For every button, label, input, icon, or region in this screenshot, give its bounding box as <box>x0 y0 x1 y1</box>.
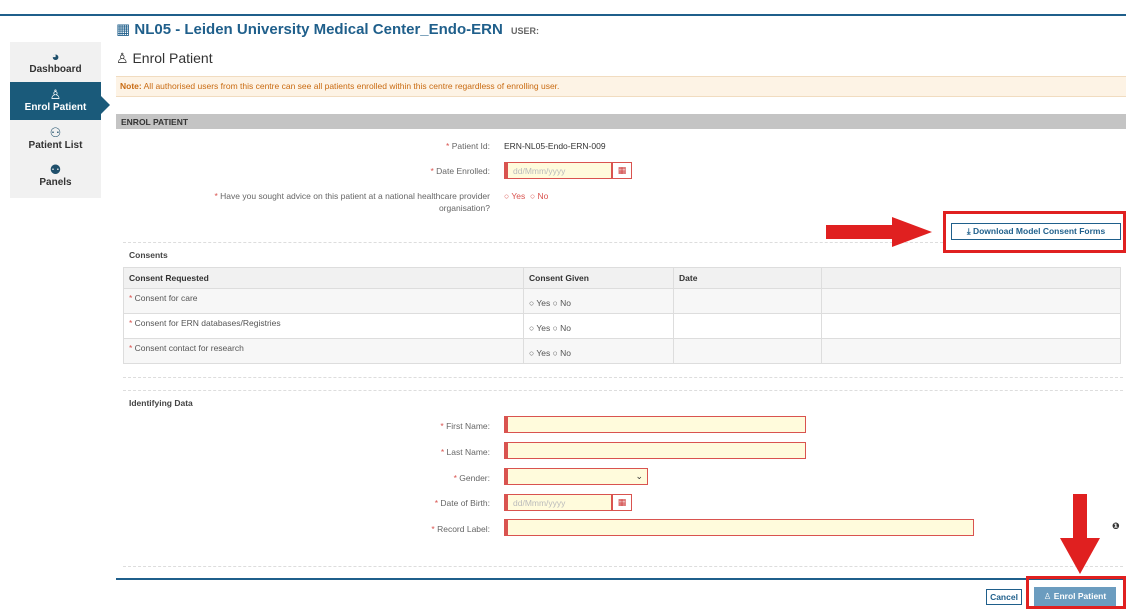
last-name-label: * Last Name: <box>440 447 490 457</box>
divider <box>123 566 1123 567</box>
sidebar-item-panels[interactable]: ⚉ Panels <box>10 163 101 193</box>
sidebar-item-dashboard[interactable]: ◕ Dashboard <box>10 50 101 80</box>
section-header-enrol-patient: ENROL PATIENT <box>116 114 1126 129</box>
divider <box>123 377 1123 378</box>
cancel-button[interactable]: Cancel <box>986 589 1022 605</box>
advice-question-label-cont: organisation? <box>438 203 490 213</box>
chevron-down-icon: ⌄ <box>635 471 643 481</box>
consents-table: Consent Requested Consent Given Date * C… <box>123 267 1121 364</box>
divider <box>123 390 1123 391</box>
enrol-patient-icon: ♙ <box>116 50 129 66</box>
date-enrolled-input[interactable]: dd/Mmm/yyyy <box>504 162 612 179</box>
annotation-box-enrol <box>1026 576 1126 609</box>
sidebar-item-patient-list[interactable]: ⚇ Patient List <box>10 126 101 156</box>
consents-section-title: Consents <box>129 250 168 260</box>
gender-select[interactable]: ⌄ <box>504 468 648 485</box>
calendar-icon[interactable]: ▦ <box>612 162 632 179</box>
table-row: * Consent for ERN databases/Registries ○… <box>123 313 1121 339</box>
divider <box>123 242 943 243</box>
dashboard-icon: ◕ <box>51 49 60 64</box>
annotation-arrow-right-icon <box>826 217 932 247</box>
hospital-icon: ▦ <box>116 21 131 38</box>
form-footer <box>116 578 1126 609</box>
enrol-patient-icon: ♙ <box>49 87 62 102</box>
dob-label: * Date of Birth: <box>434 498 490 508</box>
patient-id-label: * Patient Id: <box>446 141 490 151</box>
consent-care-radio[interactable]: ○ Yes ○ No <box>523 288 674 314</box>
table-header-row: Consent Requested Consent Given Date <box>123 267 1121 289</box>
last-name-input[interactable] <box>504 442 806 459</box>
user-label: USER: <box>510 26 539 36</box>
annotation-box-download <box>943 211 1126 253</box>
top-border <box>0 14 1126 16</box>
page-header-title: ▦ NL05 - Leiden University Medical Cente… <box>116 20 539 38</box>
table-row: * Consent contact for research ○ Yes ○ N… <box>123 338 1121 364</box>
gender-label: * Gender: <box>453 473 490 483</box>
first-name-input[interactable] <box>504 416 806 433</box>
first-name-label: * First Name: <box>440 421 490 431</box>
app-window: ▦ NL05 - Leiden University Medical Cente… <box>0 0 1126 609</box>
record-label-input[interactable] <box>504 519 974 536</box>
calendar-icon[interactable]: ▦ <box>612 494 632 511</box>
consent-research-radio[interactable]: ○ Yes ○ No <box>523 338 674 364</box>
info-icon[interactable]: ❶ <box>1112 521 1120 532</box>
advice-question-label: * Have you sought advice on this patient… <box>214 191 491 201</box>
date-enrolled-label: * Date Enrolled: <box>430 166 490 176</box>
identifying-data-title: Identifying Data <box>129 398 193 408</box>
centre-name: NL05 - Leiden University Medical Center_… <box>134 21 503 38</box>
record-label-label: * Record Label: <box>431 524 490 534</box>
panels-icon: ⚉ <box>49 162 62 177</box>
annotation-arrow-down-icon <box>1060 494 1100 574</box>
note-banner: Note: All authorised users from this cen… <box>116 76 1126 97</box>
sidebar-item-enrol-patient[interactable]: ♙ Enrol Patient <box>10 82 110 120</box>
patient-list-icon: ⚇ <box>49 125 62 140</box>
table-row: * Consent for care ○ Yes ○ No <box>123 288 1121 314</box>
patient-id-value: ERN-NL05-Endo-ERN-009 <box>504 141 606 151</box>
page-title: ♙ Enrol Patient <box>116 50 213 66</box>
dob-input[interactable]: dd/Mmm/yyyy <box>504 494 612 511</box>
advice-radio-group[interactable]: ○ Yes ○ No <box>504 191 548 201</box>
consent-registries-radio[interactable]: ○ Yes ○ No <box>523 313 674 339</box>
sidebar: ◕ Dashboard ♙ Enrol Patient ⚇ Patient Li… <box>10 42 110 198</box>
